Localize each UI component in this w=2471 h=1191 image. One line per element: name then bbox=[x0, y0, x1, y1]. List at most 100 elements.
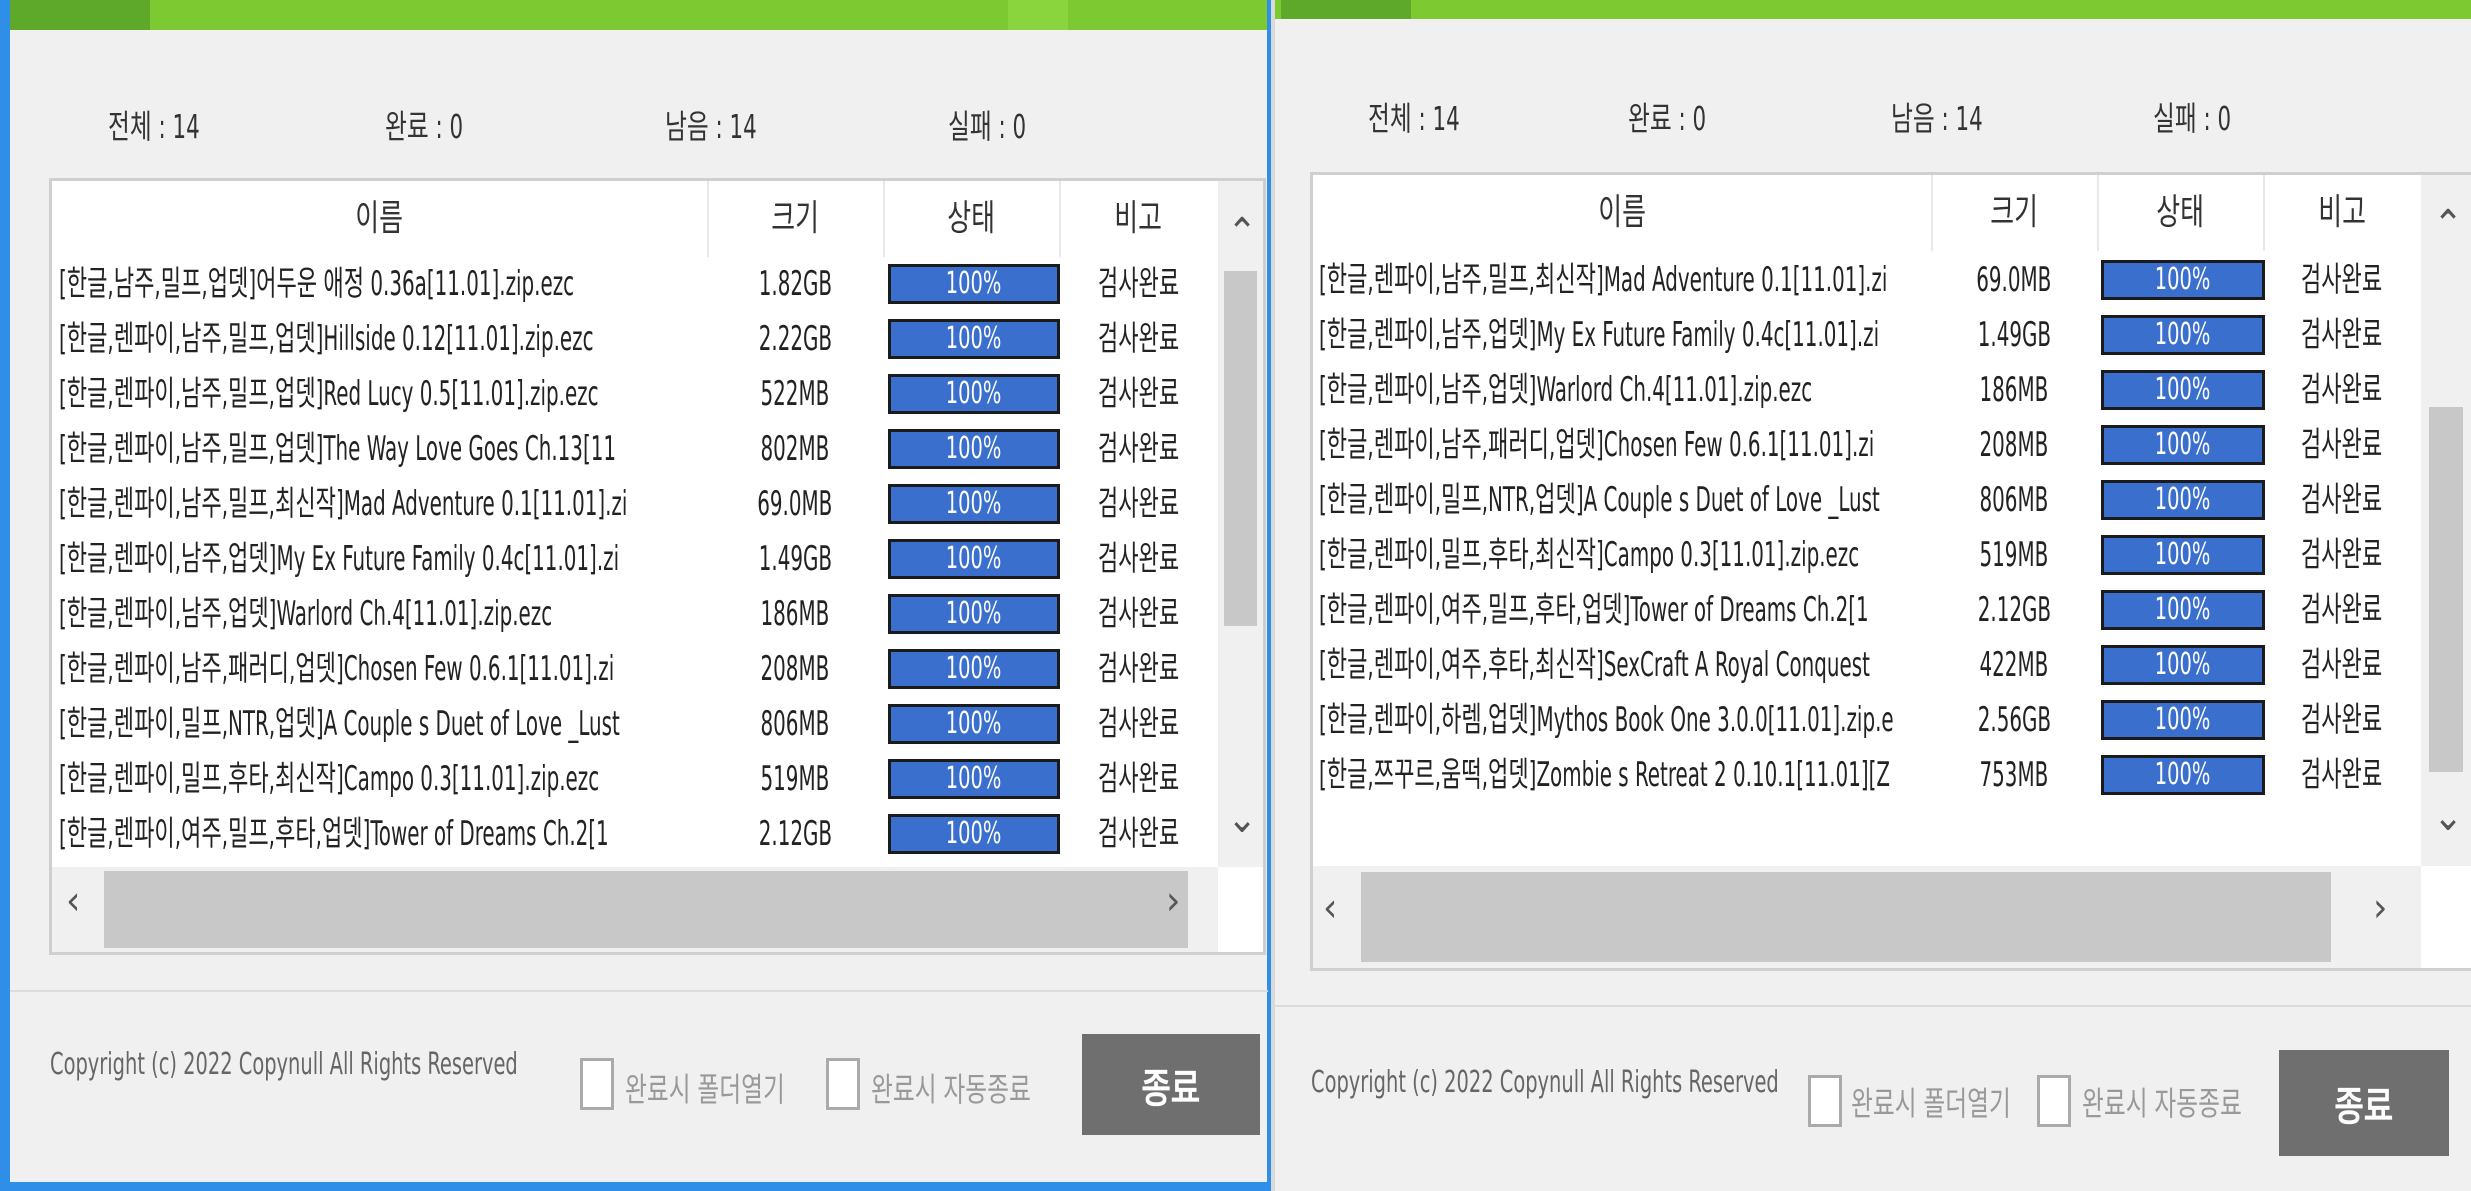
chevron-right-icon[interactable]: › bbox=[1166, 881, 1180, 921]
vertical-scroll-thumb[interactable] bbox=[2429, 407, 2463, 772]
file-note: 검사완료 bbox=[1097, 539, 1180, 579]
table-row[interactable]: [한글,렌파이,남주,밀프,최신작]Mad Adventure 0.1[11.0… bbox=[52, 477, 1218, 532]
table-row[interactable]: [한글,렌파이,남주,패러디,업뎃]Chosen Few 0.6.1[11.01… bbox=[1313, 418, 2421, 473]
progress-bar: 100% bbox=[2101, 480, 2265, 520]
table-row[interactable]: [한글,렌파이,여주,후타,최신작]SexCraft A Royal Conqu… bbox=[1313, 638, 2421, 693]
open-folder-label[interactable]: 완료시 폴더열기 bbox=[1851, 1077, 2011, 1125]
table-row[interactable]: [한글,렌파이,하렘,업뎃]Mythos Book One 3.0.0[11.0… bbox=[1313, 693, 2421, 748]
file-note: 검사완료 bbox=[1097, 759, 1180, 799]
file-name: [한글,렌파이,여주,후타,최신작]SexCraft A Royal Conqu… bbox=[1319, 645, 1870, 685]
progress-bar: 100% bbox=[888, 704, 1060, 744]
progress-bar: 100% bbox=[888, 374, 1060, 414]
table-row[interactable]: [한글,남주,밀프,업뎃]어두운 애정 0.36a[11.01].zip.ezc… bbox=[52, 257, 1218, 312]
stat-failed: 실패 : 0 bbox=[2153, 99, 2232, 138]
table-header: 이름 크기 상태 비고 bbox=[52, 181, 1218, 257]
open-folder-checkbox[interactable] bbox=[1808, 1075, 1842, 1127]
file-note: 검사완료 bbox=[1097, 704, 1180, 744]
file-note: 검사완료 bbox=[2301, 535, 2383, 575]
open-folder-label[interactable]: 완료시 폴더열기 bbox=[625, 1063, 785, 1111]
progress-bar: 100% bbox=[888, 484, 1060, 524]
table-row[interactable]: [한글,렌파이,남주,밀프,업뎃]Hillside 0.12[11.01].zi… bbox=[52, 312, 1218, 367]
file-note: 검사완료 bbox=[2301, 260, 2383, 300]
table-row[interactable]: [한글,렌파이,남주,밀프,최신작]Mad Adventure 0.1[11.0… bbox=[1313, 253, 2421, 308]
copyright-text: Copyright (c) 2022 Copynull All Rights R… bbox=[1311, 1065, 1779, 1100]
file-size: 806MB bbox=[1979, 480, 2049, 520]
file-size: 1.82GB bbox=[758, 264, 832, 304]
file-note: 검사완료 bbox=[2301, 755, 2383, 795]
table-row[interactable]: [한글,렌파이,남주,업뎃]Warlord Ch.4[11.01].zip.ez… bbox=[1313, 363, 2421, 418]
file-name: [한글,렌파이,남주,패러디,업뎃]Chosen Few 0.6.1[11.01… bbox=[1319, 425, 1875, 465]
table-row[interactable]: [한글,렌파이,남주,밀프,업뎃]The Way Love Goes Ch.13… bbox=[52, 422, 1218, 477]
auto-exit-checkbox[interactable] bbox=[2037, 1075, 2071, 1127]
title-bar[interactable] bbox=[1271, 0, 2471, 19]
chevron-left-icon[interactable]: ‹ bbox=[1323, 888, 1337, 928]
horizontal-scrollbar[interactable]: ‹ › bbox=[1313, 866, 2421, 968]
table-row[interactable]: [한글,렌파이,밀프,NTR,업뎃]A Couple s Duet of Lov… bbox=[52, 697, 1218, 752]
window-border bbox=[0, 0, 10, 1191]
table-row[interactable]: [한글,렌파이,밀프,후타,최신작]Campo 0.3[11.01].zip.e… bbox=[1313, 528, 2421, 583]
stat-remaining: 남음 : 14 bbox=[665, 107, 757, 146]
table-row[interactable]: [한글,렌파이,남주,패러디,업뎃]Chosen Few 0.6.1[11.01… bbox=[52, 642, 1218, 697]
column-header-name[interactable]: 이름 bbox=[52, 181, 709, 257]
chevron-left-icon[interactable]: ‹ bbox=[66, 881, 80, 921]
chevron-down-icon[interactable]: ⌄ bbox=[1227, 799, 1257, 839]
progress-bar: 100% bbox=[888, 814, 1060, 854]
auto-exit-label[interactable]: 완료시 자동종료 bbox=[871, 1063, 1031, 1111]
horizontal-scroll-thumb[interactable] bbox=[1361, 872, 2331, 962]
file-name: [한글,렌파이,남주,업뎃]My Ex Future Family 0.4c[1… bbox=[1319, 315, 1880, 355]
table-row[interactable]: [한글,렌파이,남주,업뎃]My Ex Future Family 0.4c[1… bbox=[1313, 308, 2421, 363]
title-bar[interactable] bbox=[0, 0, 1271, 30]
checker-window-left: 전체 : 14 완료 : 0 남음 : 14 실패 : 0 이름 크기 상태 비… bbox=[0, 0, 1271, 1191]
window-border bbox=[1271, 0, 1275, 1191]
progress-bar: 100% bbox=[2101, 700, 2265, 740]
exit-button[interactable]: 종료 bbox=[1082, 1034, 1260, 1135]
file-name: [한글,렌파이,밀프,후타,최신작]Campo 0.3[11.01].zip.e… bbox=[1319, 535, 1860, 575]
table-row[interactable]: [한글,렌파이,남주,밀프,업뎃]Red Lucy 0.5[11.01].zip… bbox=[52, 367, 1218, 422]
file-size: 806MB bbox=[760, 704, 830, 744]
stat-remaining: 남음 : 14 bbox=[1891, 99, 1983, 138]
window-border bbox=[0, 1182, 1271, 1191]
table-row[interactable]: [한글,렌파이,남주,업뎃]Warlord Ch.4[11.01].zip.ez… bbox=[52, 587, 1218, 642]
table-row[interactable]: [한글,렌파이,여주,밀프,후타,업뎃]Tower of Dreams Ch.2… bbox=[52, 807, 1218, 862]
vertical-scrollbar[interactable]: ⌃ ⌄ bbox=[1218, 181, 1263, 867]
progress-bar: 100% bbox=[2101, 260, 2265, 300]
vertical-scroll-thumb[interactable] bbox=[1224, 271, 1257, 626]
exit-button[interactable]: 종료 bbox=[2279, 1050, 2449, 1156]
column-header-note[interactable]: 비고 bbox=[2263, 175, 2421, 251]
file-size: 802MB bbox=[760, 429, 830, 469]
table-row[interactable]: [한글,렌파이,밀프,후타,최신작]Campo 0.3[11.01].zip.e… bbox=[52, 752, 1218, 807]
auto-exit-label[interactable]: 완료시 자동종료 bbox=[2082, 1077, 2242, 1125]
file-size: 208MB bbox=[1979, 425, 2049, 465]
column-header-status[interactable]: 상태 bbox=[883, 181, 1061, 257]
file-note: 검사완료 bbox=[2301, 425, 2383, 465]
horizontal-scrollbar[interactable]: ‹ › bbox=[52, 867, 1218, 952]
file-note: 검사완료 bbox=[1097, 594, 1180, 634]
table-row[interactable]: [한글,렌파이,여주,밀프,후타,업뎃]Tower of Dreams Ch.2… bbox=[1313, 583, 2421, 638]
chevron-down-icon[interactable]: ⌄ bbox=[2433, 797, 2463, 837]
chevron-up-icon[interactable]: ⌃ bbox=[1227, 213, 1257, 253]
file-size: 69.0MB bbox=[1976, 260, 2052, 300]
progress-bar: 100% bbox=[888, 539, 1060, 579]
open-folder-checkbox[interactable] bbox=[580, 1058, 614, 1110]
file-size: 2.12GB bbox=[758, 814, 832, 854]
file-size: 69.0MB bbox=[757, 484, 833, 524]
chevron-up-icon[interactable]: ⌃ bbox=[2433, 205, 2463, 245]
table-row[interactable]: [한글,렌파이,밀프,NTR,업뎃]A Couple s Duet of Lov… bbox=[1313, 473, 2421, 528]
column-header-size[interactable]: 크기 bbox=[707, 181, 885, 257]
file-note: 검사완료 bbox=[2301, 370, 2383, 410]
footer-divider bbox=[10, 990, 1268, 992]
vertical-scrollbar[interactable]: ⌃ ⌄ bbox=[2421, 175, 2471, 866]
column-header-note[interactable]: 비고 bbox=[1059, 181, 1218, 257]
table-row[interactable]: [한글,쯔꾸르,움떡,업뎃]Zombie s Retreat 2 0.10.1[… bbox=[1313, 748, 2421, 803]
file-table: 이름 크기 상태 비고 [한글,남주,밀프,업뎃]어두운 애정 0.36a[11… bbox=[49, 178, 1266, 955]
auto-exit-checkbox[interactable] bbox=[826, 1058, 860, 1110]
column-header-name[interactable]: 이름 bbox=[1313, 175, 1933, 251]
file-note: 검사완료 bbox=[1097, 264, 1180, 304]
table-row[interactable]: [한글,렌파이,남주,업뎃]My Ex Future Family 0.4c[1… bbox=[52, 532, 1218, 587]
progress-bar: 100% bbox=[2101, 755, 2265, 795]
column-header-status[interactable]: 상태 bbox=[2097, 175, 2265, 251]
column-header-size[interactable]: 크기 bbox=[1931, 175, 2099, 251]
file-name: [한글,렌파이,남주,업뎃]My Ex Future Family 0.4c[1… bbox=[59, 539, 620, 579]
horizontal-scroll-thumb[interactable] bbox=[104, 871, 1188, 948]
chevron-right-icon[interactable]: › bbox=[2373, 888, 2387, 928]
